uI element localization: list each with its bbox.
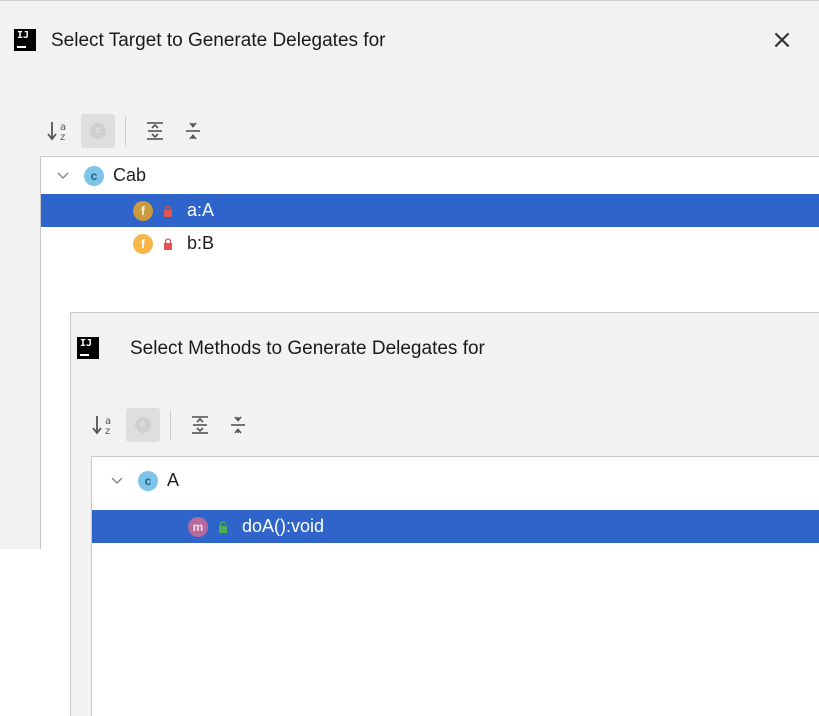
close-button[interactable]: × [767, 25, 797, 55]
expand-all-icon[interactable] [183, 408, 217, 442]
public-lock-icon [217, 520, 229, 534]
dialog-title: Select Methods to Generate Delegates for [130, 338, 485, 359]
tree-node-class[interactable]: c A [92, 464, 819, 497]
private-lock-icon [162, 204, 174, 218]
field-icon: f [133, 200, 153, 221]
field-icon: f [133, 233, 153, 254]
sort-alphabetically-icon[interactable]: a z [88, 408, 122, 442]
chevron-down-icon[interactable] [56, 169, 70, 183]
collapse-all-icon[interactable] [176, 114, 210, 148]
class-icon: c [84, 165, 104, 186]
toolbar-separator [125, 116, 126, 146]
screen: IJ Select Target to Generate Delegates f… [0, 0, 819, 716]
svg-text:z: z [105, 426, 110, 437]
methods-tree: c A m doA():void [91, 456, 819, 716]
intellij-logo-icon: IJ [14, 29, 36, 51]
dialog-toolbar: a z c [43, 113, 214, 149]
tree-node-label: Cab [113, 165, 147, 185]
dialog-title: Select Target to Generate Delegates for [51, 30, 386, 51]
logo-text: IJ [80, 338, 93, 349]
tree-node-label: doA():void [242, 516, 325, 536]
show-classes-icon[interactable]: c [126, 408, 160, 442]
dialog-toolbar: a z c [88, 407, 259, 443]
method-icon: m [188, 516, 208, 537]
sort-alphabetically-icon[interactable]: a z [43, 114, 77, 148]
tree-node-class[interactable]: c Cab [41, 159, 819, 192]
expand-all-icon[interactable] [138, 114, 172, 148]
chevron-down-icon[interactable] [110, 474, 124, 488]
tree-node-label: a:A [187, 200, 215, 220]
tree-node-field[interactable]: f b:B [41, 227, 819, 260]
collapse-all-icon[interactable] [221, 408, 255, 442]
class-icon: c [138, 470, 158, 491]
intellij-logo-icon: IJ [77, 337, 99, 359]
dialog-title-bar: IJ Select Target to Generate Delegates f… [0, 1, 819, 87]
tree-node-method[interactable]: m doA():void [92, 510, 819, 543]
select-methods-dialog: IJ Select Methods to Generate Delegates … [70, 312, 819, 716]
show-classes-icon[interactable]: c [81, 114, 115, 148]
logo-text: IJ [17, 30, 30, 41]
tree-node-field[interactable]: f a:A [41, 194, 819, 227]
toolbar-separator [170, 410, 171, 440]
svg-text:z: z [60, 132, 65, 143]
tree-node-label: A [167, 470, 180, 490]
private-lock-icon [162, 237, 174, 251]
tree-node-label: b:B [187, 233, 215, 253]
dialog-title-bar: IJ Select Methods to Generate Delegates … [71, 313, 819, 399]
